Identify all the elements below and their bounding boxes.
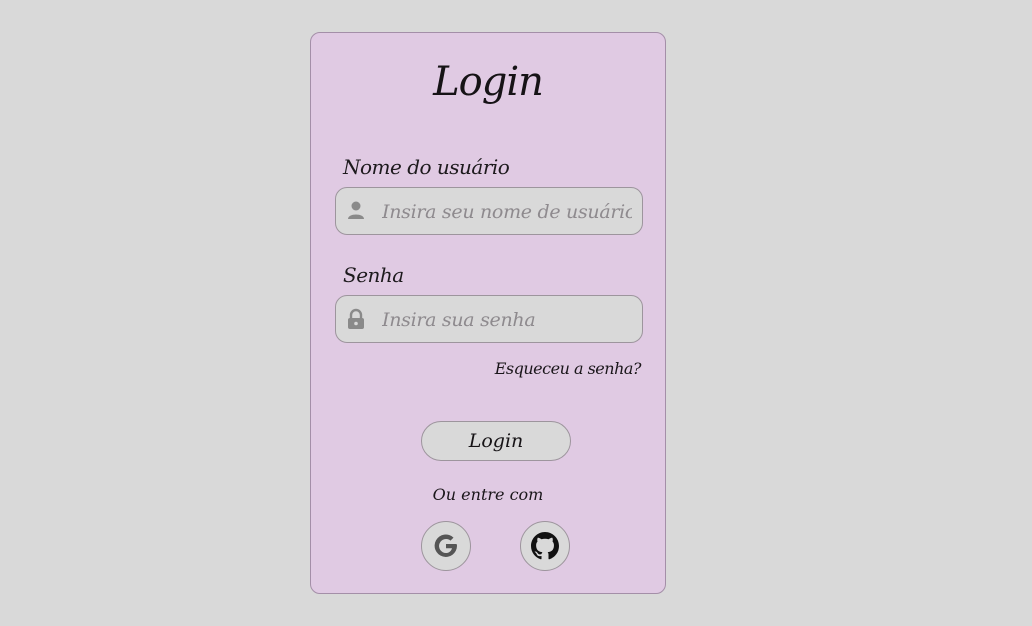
google-login-button[interactable] [421, 521, 471, 571]
login-title: Login [433, 59, 544, 105]
username-label: Nome do usuário [343, 155, 510, 179]
forgot-password-link[interactable]: Esqueceu a senha? [495, 359, 642, 378]
alt-login-text: Ou entre com [432, 485, 544, 504]
password-input[interactable] [380, 304, 634, 336]
lock-icon [346, 308, 366, 330]
github-login-button[interactable] [520, 521, 570, 571]
username-input[interactable] [380, 196, 634, 228]
github-icon [531, 532, 559, 560]
password-field-container [335, 295, 643, 343]
login-card: Login Nome do usuário Senha Esqueceu a s… [310, 32, 666, 594]
google-icon [434, 534, 457, 557]
user-icon [346, 200, 366, 222]
username-field-container [335, 187, 643, 235]
password-label: Senha [343, 263, 404, 287]
login-button[interactable]: Login [421, 421, 571, 461]
